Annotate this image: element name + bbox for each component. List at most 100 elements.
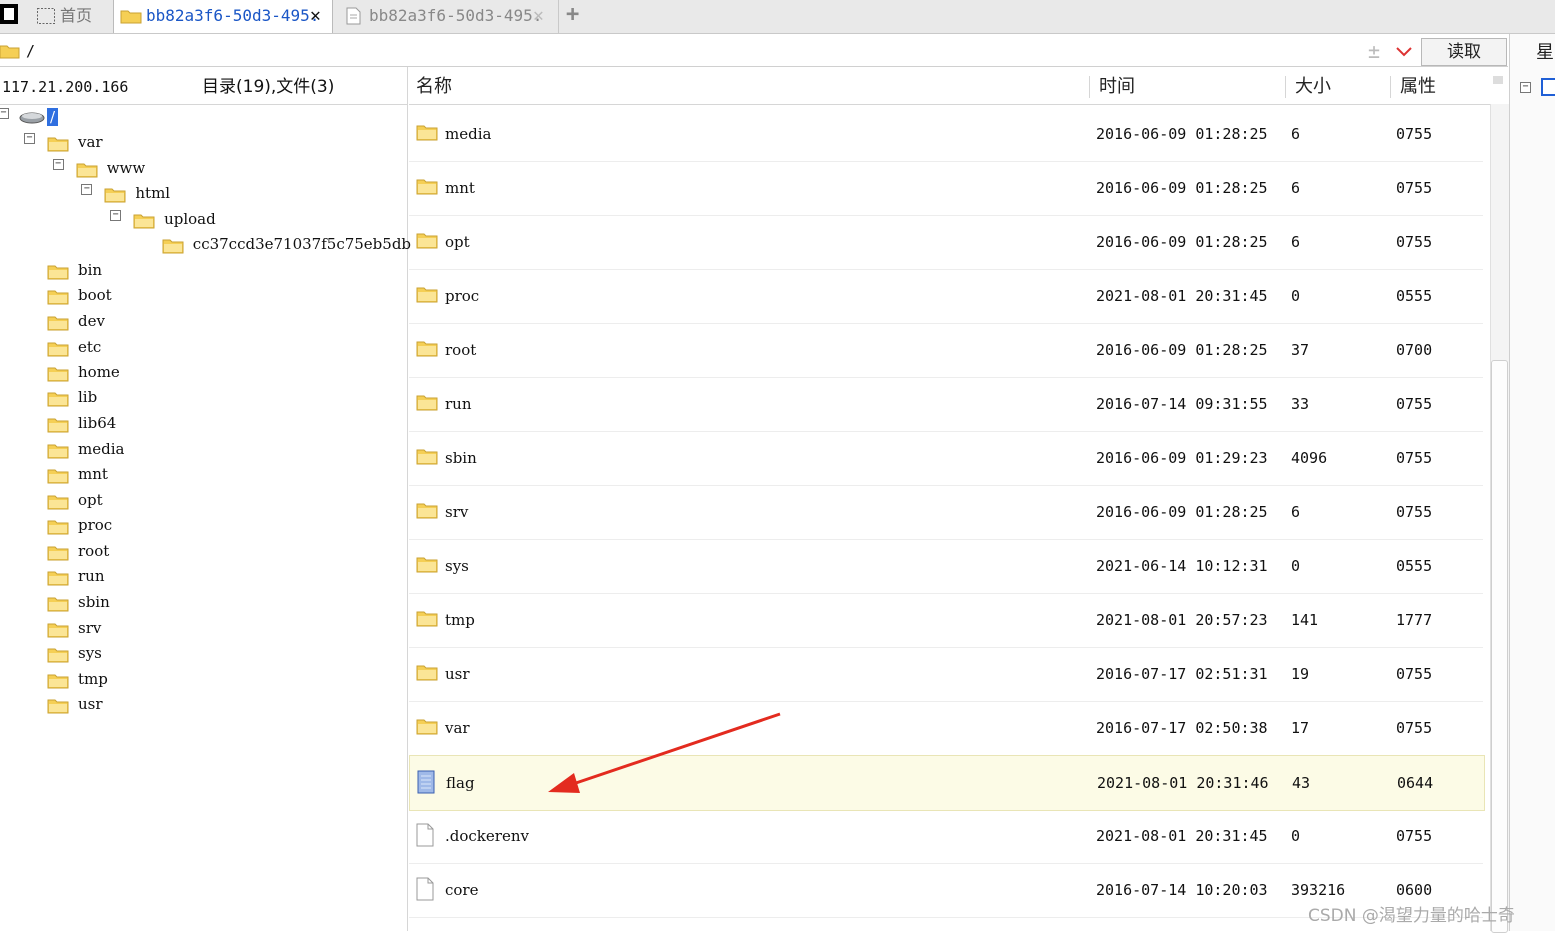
column-size[interactable]: 大小: [1295, 70, 1331, 104]
column-name[interactable]: 名称: [416, 70, 452, 104]
folder-icon: [47, 367, 69, 381]
tree-node[interactable]: etc: [47, 336, 101, 358]
folder-icon: [416, 231, 438, 253]
tree-node[interactable]: srv: [47, 617, 101, 639]
tree-node[interactable]: lib: [47, 386, 97, 408]
host-address: 117.21.200.166: [2, 78, 129, 96]
file-row[interactable]: opt 2016-06-09 01:28:25 6 0755: [409, 215, 1483, 270]
tree-node-label: media: [78, 440, 125, 458]
tree-node[interactable]: boot: [47, 284, 112, 306]
file-tab-icon: [346, 7, 361, 25]
file-perm: 0755: [1396, 395, 1433, 413]
tree-node[interactable]: www: [76, 157, 146, 179]
tree-node[interactable]: lib64: [47, 412, 116, 434]
collapse-icon[interactable]: −: [1520, 82, 1531, 93]
file-row[interactable]: sbin 2016-06-09 01:29:23 4096 0755: [409, 431, 1483, 486]
file-row[interactable]: proc 2021-08-01 20:31:45 0 0555: [409, 269, 1483, 324]
tree-node[interactable]: upload: [133, 208, 216, 230]
tab-inactive-label: bb82a3f6-50d3-495.: [369, 6, 543, 25]
file-time: 2021-08-01 20:57:23: [1096, 611, 1268, 629]
tree-node[interactable]: sys: [47, 642, 102, 664]
annotation-arrow: [548, 712, 781, 793]
collapse-icon[interactable]: −: [24, 133, 35, 144]
collapse-icon[interactable]: −: [110, 210, 122, 221]
file-name: opt: [445, 233, 470, 251]
chevron-down-icon[interactable]: [1396, 47, 1412, 57]
file-perm: 0644: [1397, 774, 1434, 792]
tree-node[interactable]: dev: [47, 310, 105, 332]
tree-node[interactable]: var: [47, 131, 103, 153]
column-time[interactable]: 时间: [1099, 70, 1135, 104]
folder-icon: [120, 10, 142, 24]
tree-node[interactable]: cc37ccd3e71037f5c75eb5db: [162, 233, 411, 255]
tree-node[interactable]: sbin: [47, 591, 110, 613]
tree-node-label: sbin: [78, 593, 110, 611]
tree-node[interactable]: tmp: [47, 668, 108, 690]
bookmark-add-icon[interactable]: ±: [1368, 36, 1380, 66]
tree-node-label: cc37ccd3e71037f5c75eb5db: [192, 235, 412, 253]
file-name: root: [445, 341, 477, 359]
add-tab-icon[interactable]: +: [566, 0, 579, 30]
file-name: .dockerenv: [445, 827, 529, 845]
tab-shell-inactive[interactable]: bb82a3f6-50d3-495. ✕: [336, 0, 559, 33]
tree-node[interactable]: home: [47, 361, 120, 383]
tree-node[interactable]: /: [19, 106, 59, 128]
file-icon: [416, 877, 434, 905]
folder-icon: [47, 342, 69, 356]
tab-shell-active[interactable]: bb82a3f6-50d3-495. ✕: [113, 0, 333, 33]
file-row[interactable]: .dockerenv 2021-08-01 20:31:45 0 0755: [409, 809, 1483, 864]
file-time: 2016-06-09 01:29:23: [1096, 449, 1268, 467]
path-input[interactable]: /: [26, 34, 35, 68]
folder-icon: [416, 717, 438, 739]
file-row[interactable]: mnt 2016-06-09 01:28:25 6 0755: [409, 161, 1483, 216]
folder-icon: [47, 699, 69, 713]
tree-node[interactable]: proc: [47, 514, 112, 536]
tree-node-label: run: [78, 567, 105, 585]
tree-node[interactable]: mnt: [47, 463, 108, 485]
tree-node-label: www: [106, 159, 146, 177]
file-row[interactable]: sys 2021-06-14 10:12:31 0 0555: [409, 539, 1483, 594]
tree-node-label: mnt: [78, 465, 108, 483]
file-row[interactable]: usr 2016-07-17 02:51:31 19 0755: [409, 647, 1483, 702]
read-button[interactable]: 读取: [1421, 38, 1507, 66]
folder-icon: [47, 137, 69, 151]
tree-node[interactable]: run: [47, 565, 105, 587]
file-row[interactable]: srv 2016-06-09 01:28:25 6 0755: [409, 485, 1483, 540]
file-name: flag: [446, 774, 475, 792]
panel-item-icon[interactable]: [1541, 78, 1555, 96]
file-row[interactable]: media 2016-06-09 01:28:25 6 0755: [409, 107, 1483, 162]
scroll-up-icon[interactable]: [1493, 76, 1503, 84]
drive-icon: [19, 112, 45, 124]
tab-home[interactable]: 首页: [32, 0, 110, 33]
scrollbar-thumb[interactable]: [1491, 360, 1508, 933]
tree-node-label: proc: [78, 516, 113, 534]
tree-node[interactable]: root: [47, 540, 109, 562]
file-name: sbin: [445, 449, 477, 467]
collapse-icon[interactable]: −: [81, 184, 93, 195]
column-divider[interactable]: [1285, 76, 1286, 98]
file-row[interactable]: root 2016-06-09 01:28:25 37 0700: [409, 323, 1483, 378]
tab-close-icon[interactable]: ✕: [533, 0, 544, 32]
column-divider[interactable]: [1089, 76, 1090, 98]
tree-node[interactable]: bin: [47, 259, 102, 281]
tree-node[interactable]: opt: [47, 489, 103, 511]
tree-node[interactable]: html: [104, 182, 170, 204]
tree-node[interactable]: media: [47, 438, 124, 460]
file-row[interactable]: run 2016-07-14 09:31:55 33 0755: [409, 377, 1483, 432]
tree-node[interactable]: usr: [47, 693, 103, 715]
file-time: 2016-07-17 02:51:31: [1096, 665, 1268, 683]
tree-node-label: html: [135, 184, 171, 202]
collapse-icon[interactable]: −: [0, 108, 9, 119]
folder-icon: [47, 316, 69, 330]
file-size: 4096: [1291, 449, 1328, 467]
file-row[interactable]: tmp 2021-08-01 20:57:23 141 1777: [409, 593, 1483, 648]
folder-icon: [47, 418, 69, 432]
file-size: 6: [1291, 233, 1301, 251]
window-menu-icon[interactable]: [0, 4, 18, 24]
collapse-icon[interactable]: −: [52, 159, 64, 170]
tab-close-icon[interactable]: ✕: [310, 0, 321, 32]
file-perm: 0755: [1396, 233, 1433, 251]
column-divider[interactable]: [1390, 76, 1391, 98]
column-attr[interactable]: 属性: [1400, 70, 1436, 104]
file-size: 37: [1291, 341, 1310, 359]
